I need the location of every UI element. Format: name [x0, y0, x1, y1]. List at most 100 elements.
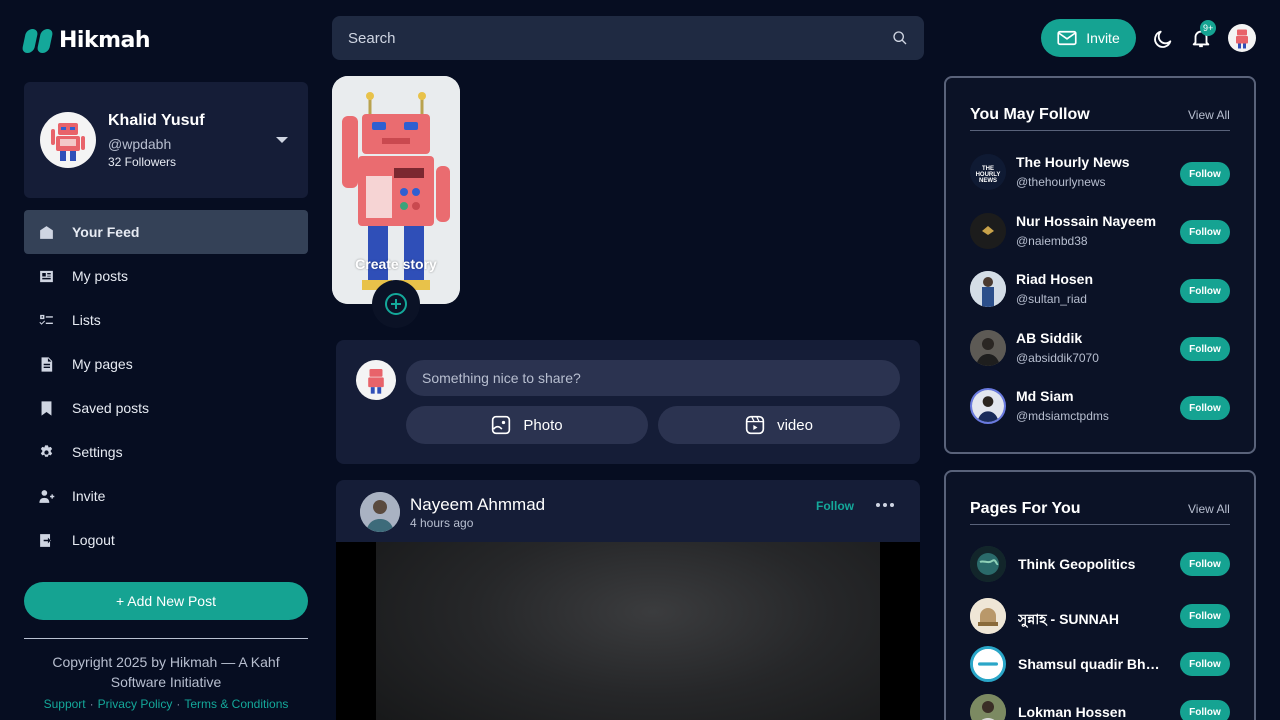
video-button[interactable]: video: [658, 406, 900, 444]
search-icon[interactable]: [892, 30, 908, 46]
panel-divider: [970, 130, 1230, 131]
more-options-icon[interactable]: [876, 498, 894, 512]
person-avatar-icon: [360, 492, 400, 532]
page-name[interactable]: Lokman Hossen: [1018, 704, 1168, 720]
support-link[interactable]: Support: [44, 697, 86, 711]
checklist-icon: [38, 312, 55, 329]
nav-invite[interactable]: Invite: [24, 474, 308, 518]
nav-my-posts[interactable]: My posts: [24, 254, 308, 298]
post-composer: Photo video: [336, 340, 920, 464]
suggestion-avatar[interactable]: [970, 271, 1006, 307]
video-icon: [745, 415, 765, 435]
nav-label: Your Feed: [72, 224, 140, 240]
nav-saved-posts[interactable]: Saved posts: [24, 386, 308, 430]
privacy-policy-link[interactable]: Privacy Policy: [98, 697, 173, 711]
person-avatar-icon: [970, 213, 1006, 249]
logo-text: Hikmah: [59, 28, 151, 53]
home-icon: [38, 224, 55, 241]
suggestion-handle: @sultan_riad: [1016, 292, 1087, 306]
nav-logout[interactable]: Logout: [24, 518, 308, 562]
follow-button[interactable]: Follow: [1180, 652, 1230, 676]
post-image: [376, 542, 880, 720]
robot-avatar-icon: [51, 123, 85, 161]
logout-icon: [38, 532, 55, 549]
nav-label: Settings: [72, 444, 123, 460]
nav-settings[interactable]: Settings: [24, 430, 308, 474]
composer-input[interactable]: [406, 360, 900, 396]
plus-circle-icon: [385, 293, 407, 315]
moon-icon[interactable]: [1152, 28, 1174, 50]
view-all-link[interactable]: View All: [1188, 502, 1230, 516]
nav-label: My posts: [72, 268, 129, 284]
suggestion-avatar[interactable]: [970, 213, 1006, 249]
suggestion-avatar[interactable]: [970, 388, 1006, 424]
nav-label: Lists: [72, 312, 101, 328]
user-plus-icon: [38, 488, 55, 505]
page-avatar[interactable]: [970, 598, 1006, 634]
follow-button[interactable]: Follow: [1180, 604, 1230, 628]
user-avatar[interactable]: [1228, 24, 1256, 52]
invite-button[interactable]: Invite: [1041, 19, 1136, 57]
page-name[interactable]: সুন্নাহ - SUNNAH: [1018, 608, 1168, 632]
profile-avatar: [40, 112, 96, 168]
person-avatar-icon: [970, 271, 1006, 307]
page-avatar[interactable]: [970, 646, 1006, 682]
page-name[interactable]: Think Geopolitics: [1018, 556, 1168, 572]
nav-my-pages[interactable]: My pages: [24, 342, 308, 386]
photo-button[interactable]: Photo: [406, 406, 648, 444]
page-avatar[interactable]: [970, 694, 1006, 720]
profile-card[interactable]: Khalid Yusuf @wpdabh 32 Followers: [24, 82, 308, 198]
panel-divider: [970, 524, 1230, 525]
add-story-button[interactable]: [372, 280, 420, 328]
person-avatar-icon: [970, 694, 1006, 720]
hikmah-logo[interactable]: Hikmah: [21, 28, 151, 53]
suggestion-name[interactable]: Nur Hossain Nayeem: [1016, 213, 1166, 229]
profile-handle: @wpdabh: [108, 136, 172, 152]
post-timestamp: 4 hours ago: [410, 516, 474, 530]
follow-button[interactable]: Follow: [1180, 396, 1230, 420]
view-all-link[interactable]: View All: [1188, 108, 1230, 122]
suggestion-name[interactable]: AB Siddik: [1016, 330, 1166, 346]
suggestion-name[interactable]: The Hourly News: [1016, 154, 1166, 170]
you-may-follow-panel: You May Follow View All THE HOURLY NEWS Th…: [944, 76, 1256, 454]
follow-button[interactable]: Follow: [1180, 337, 1230, 361]
post-follow-button[interactable]: Follow: [816, 499, 854, 513]
search-input[interactable]: [348, 29, 892, 47]
suggestion-avatar[interactable]: THE HOURLY NEWS: [970, 154, 1006, 190]
nav-label: My pages: [72, 356, 133, 372]
suggestion-handle: @thehourlynews: [1016, 175, 1106, 189]
follow-button[interactable]: Follow: [1180, 700, 1230, 720]
globe-logo-icon: [970, 546, 1006, 582]
mosque-logo-icon: [970, 598, 1006, 634]
newspaper-icon: [38, 268, 55, 285]
add-new-post-button[interactable]: + Add New Post: [24, 582, 308, 620]
footer-links: Support · Privacy Policy · Terms & Condition…: [43, 697, 289, 711]
person-avatar-icon: [972, 390, 1004, 422]
page-name[interactable]: Shamsul quadir Bhuiyan: [1018, 656, 1164, 672]
post-author-name[interactable]: Nayeem Ahmmad: [410, 495, 545, 515]
suggestion-name[interactable]: Riad Hosen: [1016, 271, 1166, 287]
chevron-down-icon[interactable]: [276, 137, 288, 143]
panel-title: You May Follow: [970, 106, 1090, 123]
follow-button[interactable]: Follow: [1180, 552, 1230, 576]
nav-label: Saved posts: [72, 400, 150, 416]
page-avatar[interactable]: [970, 546, 1006, 582]
photo-icon: [492, 415, 511, 435]
brand-logo-icon: [973, 649, 1003, 679]
suggestion-handle: @naiembd38: [1016, 234, 1088, 248]
profile-name: Khalid Yusuf: [108, 112, 205, 129]
nav-your-feed[interactable]: Your Feed: [24, 210, 308, 254]
follow-button[interactable]: Follow: [1180, 279, 1230, 303]
invite-label: Invite: [1086, 30, 1120, 46]
suggestion-avatar[interactable]: [970, 330, 1006, 366]
post-media[interactable]: [336, 542, 920, 720]
robot-avatar-icon: [1236, 29, 1248, 49]
follow-button[interactable]: Follow: [1180, 162, 1230, 186]
follow-button[interactable]: Follow: [1180, 220, 1230, 244]
suggestion-name[interactable]: Md Siam: [1016, 388, 1166, 404]
post-author-avatar[interactable]: [360, 492, 400, 532]
robot-avatar-icon: [368, 368, 384, 394]
nav-lists[interactable]: Lists: [24, 298, 308, 342]
terms-link[interactable]: Terms & Conditions: [184, 697, 288, 711]
document-icon: [38, 356, 55, 373]
